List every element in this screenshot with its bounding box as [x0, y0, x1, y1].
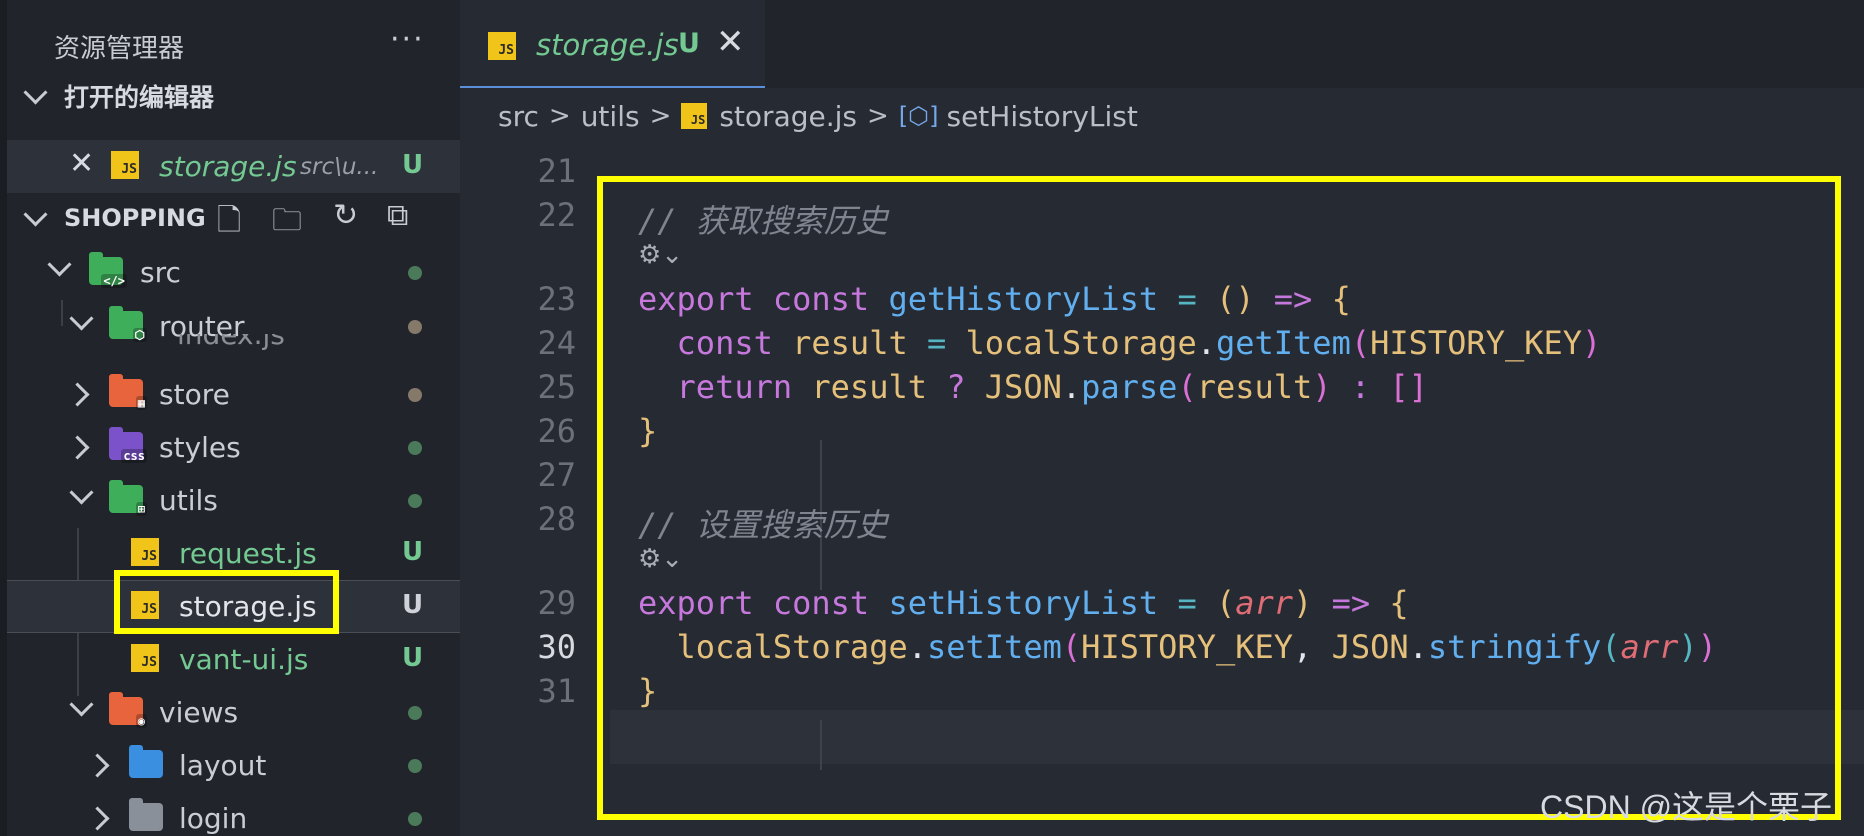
breadcrumb-item[interactable]: storage.js	[719, 100, 857, 133]
status-dot	[408, 266, 422, 280]
untracked-badge: U	[678, 28, 700, 59]
open-editors-label: 打开的编辑器	[64, 83, 215, 112]
tree-folder-login[interactable]: login	[7, 792, 460, 836]
tree-label: src	[140, 256, 181, 289]
chevron-down-icon	[23, 79, 48, 105]
js-file-icon: JS	[488, 32, 516, 60]
tree-label: views	[159, 696, 239, 729]
tab-label: storage.js	[536, 28, 679, 62]
untracked-badge: U	[402, 643, 424, 673]
line-number: 27	[537, 456, 576, 494]
chevron-down-icon	[47, 252, 72, 277]
line-number: 22	[537, 196, 576, 234]
project-label: SHOPPING	[64, 204, 206, 232]
line-number: 25	[537, 368, 576, 406]
tab-bar: JS storage.js U ✕	[460, 0, 1864, 88]
line-number: 24	[537, 324, 576, 362]
watermark: CSDN @这是个栗子	[1540, 789, 1833, 825]
chevron-down-icon	[69, 480, 94, 505]
line-number: 31	[537, 672, 576, 710]
refresh-icon[interactable]: ↻	[333, 198, 358, 233]
untracked-badge: U	[402, 150, 424, 180]
new-file-icon[interactable]: 🗋	[217, 198, 241, 249]
tree-label: store	[159, 378, 230, 411]
explorer-sidebar: 资源管理器 ··· 打开的编辑器 ✕ JS storage.js src\u..…	[0, 0, 460, 836]
line-number: 26	[537, 412, 576, 450]
tree-label: layout	[179, 749, 267, 782]
status-dot	[408, 706, 422, 720]
code-highlight-box	[597, 176, 1841, 820]
tree-folder-layout[interactable]: layout	[7, 739, 460, 792]
tree-label: login	[179, 802, 248, 835]
breadcrumb-separator: >	[548, 101, 571, 131]
chevron-right-icon	[85, 806, 110, 831]
utils-folder-icon: ⊞	[109, 480, 147, 516]
js-file-icon: JS	[131, 644, 159, 672]
breadcrumb-separator: >	[867, 101, 889, 131]
tree-folder-views[interactable]: ◉ views	[7, 686, 460, 739]
breadcrumb-item[interactable]: setHistoryList	[946, 100, 1137, 133]
file-highlight-box	[114, 570, 339, 634]
tree-label: utils	[159, 484, 218, 517]
store-folder-icon: ▦	[109, 374, 147, 410]
views-folder-icon: ◉	[109, 692, 147, 728]
tree-file-vant-ui[interactable]: JS vant-ui.js U	[7, 633, 460, 686]
js-file-icon: JS	[681, 103, 708, 129]
status-dot	[408, 494, 422, 508]
close-icon[interactable]: ✕	[69, 146, 94, 181]
chevron-right-icon	[65, 382, 90, 407]
tree-folder-styles[interactable]: css styles	[7, 421, 460, 474]
untracked-badge: U	[402, 590, 424, 620]
tree-label: vant-ui.js	[179, 643, 309, 676]
tree-folder-store[interactable]: ▦ store	[7, 368, 460, 421]
login-folder-icon	[129, 798, 163, 831]
close-icon[interactable]: ✕	[716, 22, 745, 62]
line-number-active: 30	[537, 628, 576, 666]
untracked-badge: U	[402, 537, 424, 567]
styles-folder-icon: css	[109, 427, 147, 463]
chevron-right-icon	[85, 753, 110, 778]
line-number: 28	[537, 500, 576, 538]
tree-folder-utils[interactable]: ⊞ utils	[7, 474, 460, 527]
open-editor-filename: storage.js	[159, 150, 297, 183]
status-dot	[408, 388, 422, 402]
chevron-right-icon	[65, 435, 90, 460]
tree-label: index.js	[177, 334, 285, 351]
js-file-icon: JS	[111, 151, 139, 179]
open-editors-section[interactable]: 打开的编辑器	[7, 70, 460, 122]
tree-file-index[interactable]: index.js	[7, 334, 460, 354]
explorer-title: 资源管理器	[54, 34, 185, 64]
status-dot	[408, 759, 422, 773]
status-dot	[408, 812, 422, 826]
layout-folder-icon	[129, 745, 163, 778]
tree-label: styles	[159, 431, 241, 464]
tab-storage-js[interactable]: JS storage.js U ✕	[460, 0, 765, 88]
open-editor-path: src\u...	[300, 154, 379, 180]
collapse-all-icon[interactable]: ⧉	[387, 198, 408, 233]
breadcrumb-item[interactable]: src	[498, 100, 539, 133]
status-dot	[408, 320, 422, 334]
activity-bar-edge	[0, 0, 7, 836]
src-folder-icon: </>	[89, 252, 127, 288]
js-file-icon: JS	[131, 538, 159, 566]
project-section[interactable]: SHOPPING 🗋 🗀 ↻ ⧉	[7, 192, 460, 244]
line-number: 29	[537, 584, 576, 622]
breadcrumb: src > utils > JS storage.js > [⬡] setHis…	[498, 96, 1138, 136]
open-editor-item[interactable]: ✕ JS storage.js src\u... U	[7, 140, 460, 193]
chevron-down-icon	[69, 306, 94, 331]
symbol-method-icon: [⬡]	[898, 102, 939, 130]
tree-label: request.js	[179, 537, 317, 570]
more-actions-icon[interactable]: ···	[390, 22, 425, 57]
line-number: 23	[537, 280, 576, 318]
new-folder-icon[interactable]: 🗀	[272, 198, 302, 249]
chevron-down-icon	[69, 692, 94, 717]
line-number: 21	[537, 152, 576, 190]
tree-folder-src[interactable]: </> src	[7, 246, 460, 299]
status-dot	[408, 441, 422, 455]
breadcrumb-item[interactable]: utils	[581, 100, 640, 133]
breadcrumb-separator: >	[649, 101, 672, 131]
chevron-down-icon	[23, 201, 48, 227]
